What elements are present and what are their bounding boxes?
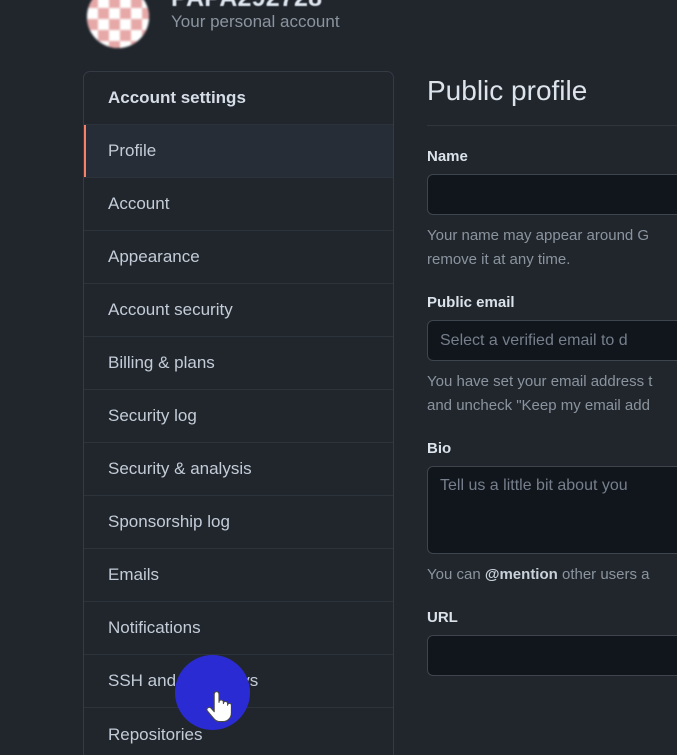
url-input[interactable] <box>427 635 677 676</box>
name-field-block: Name Your name may appear around G remov… <box>427 148 677 272</box>
public-email-help-line-1: You have set your email address t <box>427 373 653 390</box>
sidebar-item-label: Profile <box>108 141 157 160</box>
public-email-field-block: Public email Select a verified email to … <box>427 294 677 418</box>
sidebar-item-repositories[interactable]: Repositories <box>84 708 393 755</box>
public-email-help-text: You have set your email address t and un… <box>427 370 677 418</box>
bio-label: Bio <box>427 440 452 457</box>
sidebar-item-emails[interactable]: Emails <box>84 549 393 602</box>
title-divider <box>427 125 677 126</box>
page-title: Public profile <box>427 75 588 106</box>
public-email-placeholder: Select a verified email to d <box>440 331 628 349</box>
account-subtitle: Your personal account <box>171 12 340 31</box>
sidebar-item-ssh-and-gpg-keys[interactable]: SSH and GPG keys <box>84 655 393 708</box>
sidebar-item-label: Account settings <box>108 88 246 107</box>
name-input[interactable] <box>427 174 677 215</box>
settings-sidebar: Account settings Profile Account Appeara… <box>83 71 394 755</box>
sidebar-item-label: Security log <box>108 406 197 425</box>
sidebar-item-profile[interactable]: Profile <box>84 125 393 178</box>
bio-textarea[interactable]: Tell us a little bit about you <box>427 466 677 554</box>
name-help-text: Your name may appear around G remove it … <box>427 224 677 272</box>
sidebar-item-appearance[interactable]: Appearance <box>84 231 393 284</box>
sidebar-item-label: Repositories <box>108 724 203 744</box>
sidebar-item-label: Notifications <box>108 618 201 637</box>
public-email-label: Public email <box>427 294 515 311</box>
sidebar-item-label: Account <box>108 194 170 213</box>
sidebar-item-billing-and-plans[interactable]: Billing & plans <box>84 337 393 390</box>
public-profile-panel: Public profile Name Your name may appear… <box>427 71 677 755</box>
public-email-select[interactable]: Select a verified email to d <box>427 320 677 361</box>
avatar[interactable] <box>87 0 149 48</box>
bio-field-block: Bio Tell us a little bit about you You c… <box>427 440 677 587</box>
bio-help-suffix: other users a <box>557 566 650 583</box>
url-label: URL <box>427 609 458 626</box>
public-email-help-line-2: and uncheck "Keep my email add <box>427 397 650 414</box>
account-header: PAPA292728 Your personal account <box>0 0 677 60</box>
sidebar-item-label: Security & analysis <box>108 459 252 478</box>
sidebar-item-label: Billing & plans <box>108 353 215 372</box>
avatar-image <box>87 0 149 48</box>
bio-placeholder: Tell us a little bit about you <box>440 477 628 494</box>
sidebar-item-security-and-analysis[interactable]: Security & analysis <box>84 443 393 496</box>
bio-help-prefix: You can <box>427 566 485 583</box>
url-field-block: URL <box>427 609 677 676</box>
sidebar-item-label: SSH and GPG keys <box>108 671 259 690</box>
sidebar-item-label: Sponsorship log <box>108 512 230 531</box>
name-help-line-1: Your name may appear around G <box>427 227 650 244</box>
sidebar-item-label: Account security <box>108 300 233 319</box>
bio-help-text: You can @mention other users a <box>427 563 677 587</box>
sidebar-item-sponsorship-log[interactable]: Sponsorship log <box>84 496 393 549</box>
sidebar-item-security-log[interactable]: Security log <box>84 390 393 443</box>
name-label: Name <box>427 148 468 165</box>
sidebar-item-label: Emails <box>108 565 160 584</box>
sidebar-heading-account-settings: Account settings <box>84 72 393 125</box>
sidebar-item-label: Appearance <box>108 247 200 266</box>
sidebar-item-notifications[interactable]: Notifications <box>84 602 393 655</box>
sidebar-item-account[interactable]: Account <box>84 178 393 231</box>
bio-help-mention: @mention <box>484 566 558 583</box>
name-help-line-2: remove it at any time. <box>427 251 571 268</box>
sidebar-item-account-security[interactable]: Account security <box>84 284 393 337</box>
